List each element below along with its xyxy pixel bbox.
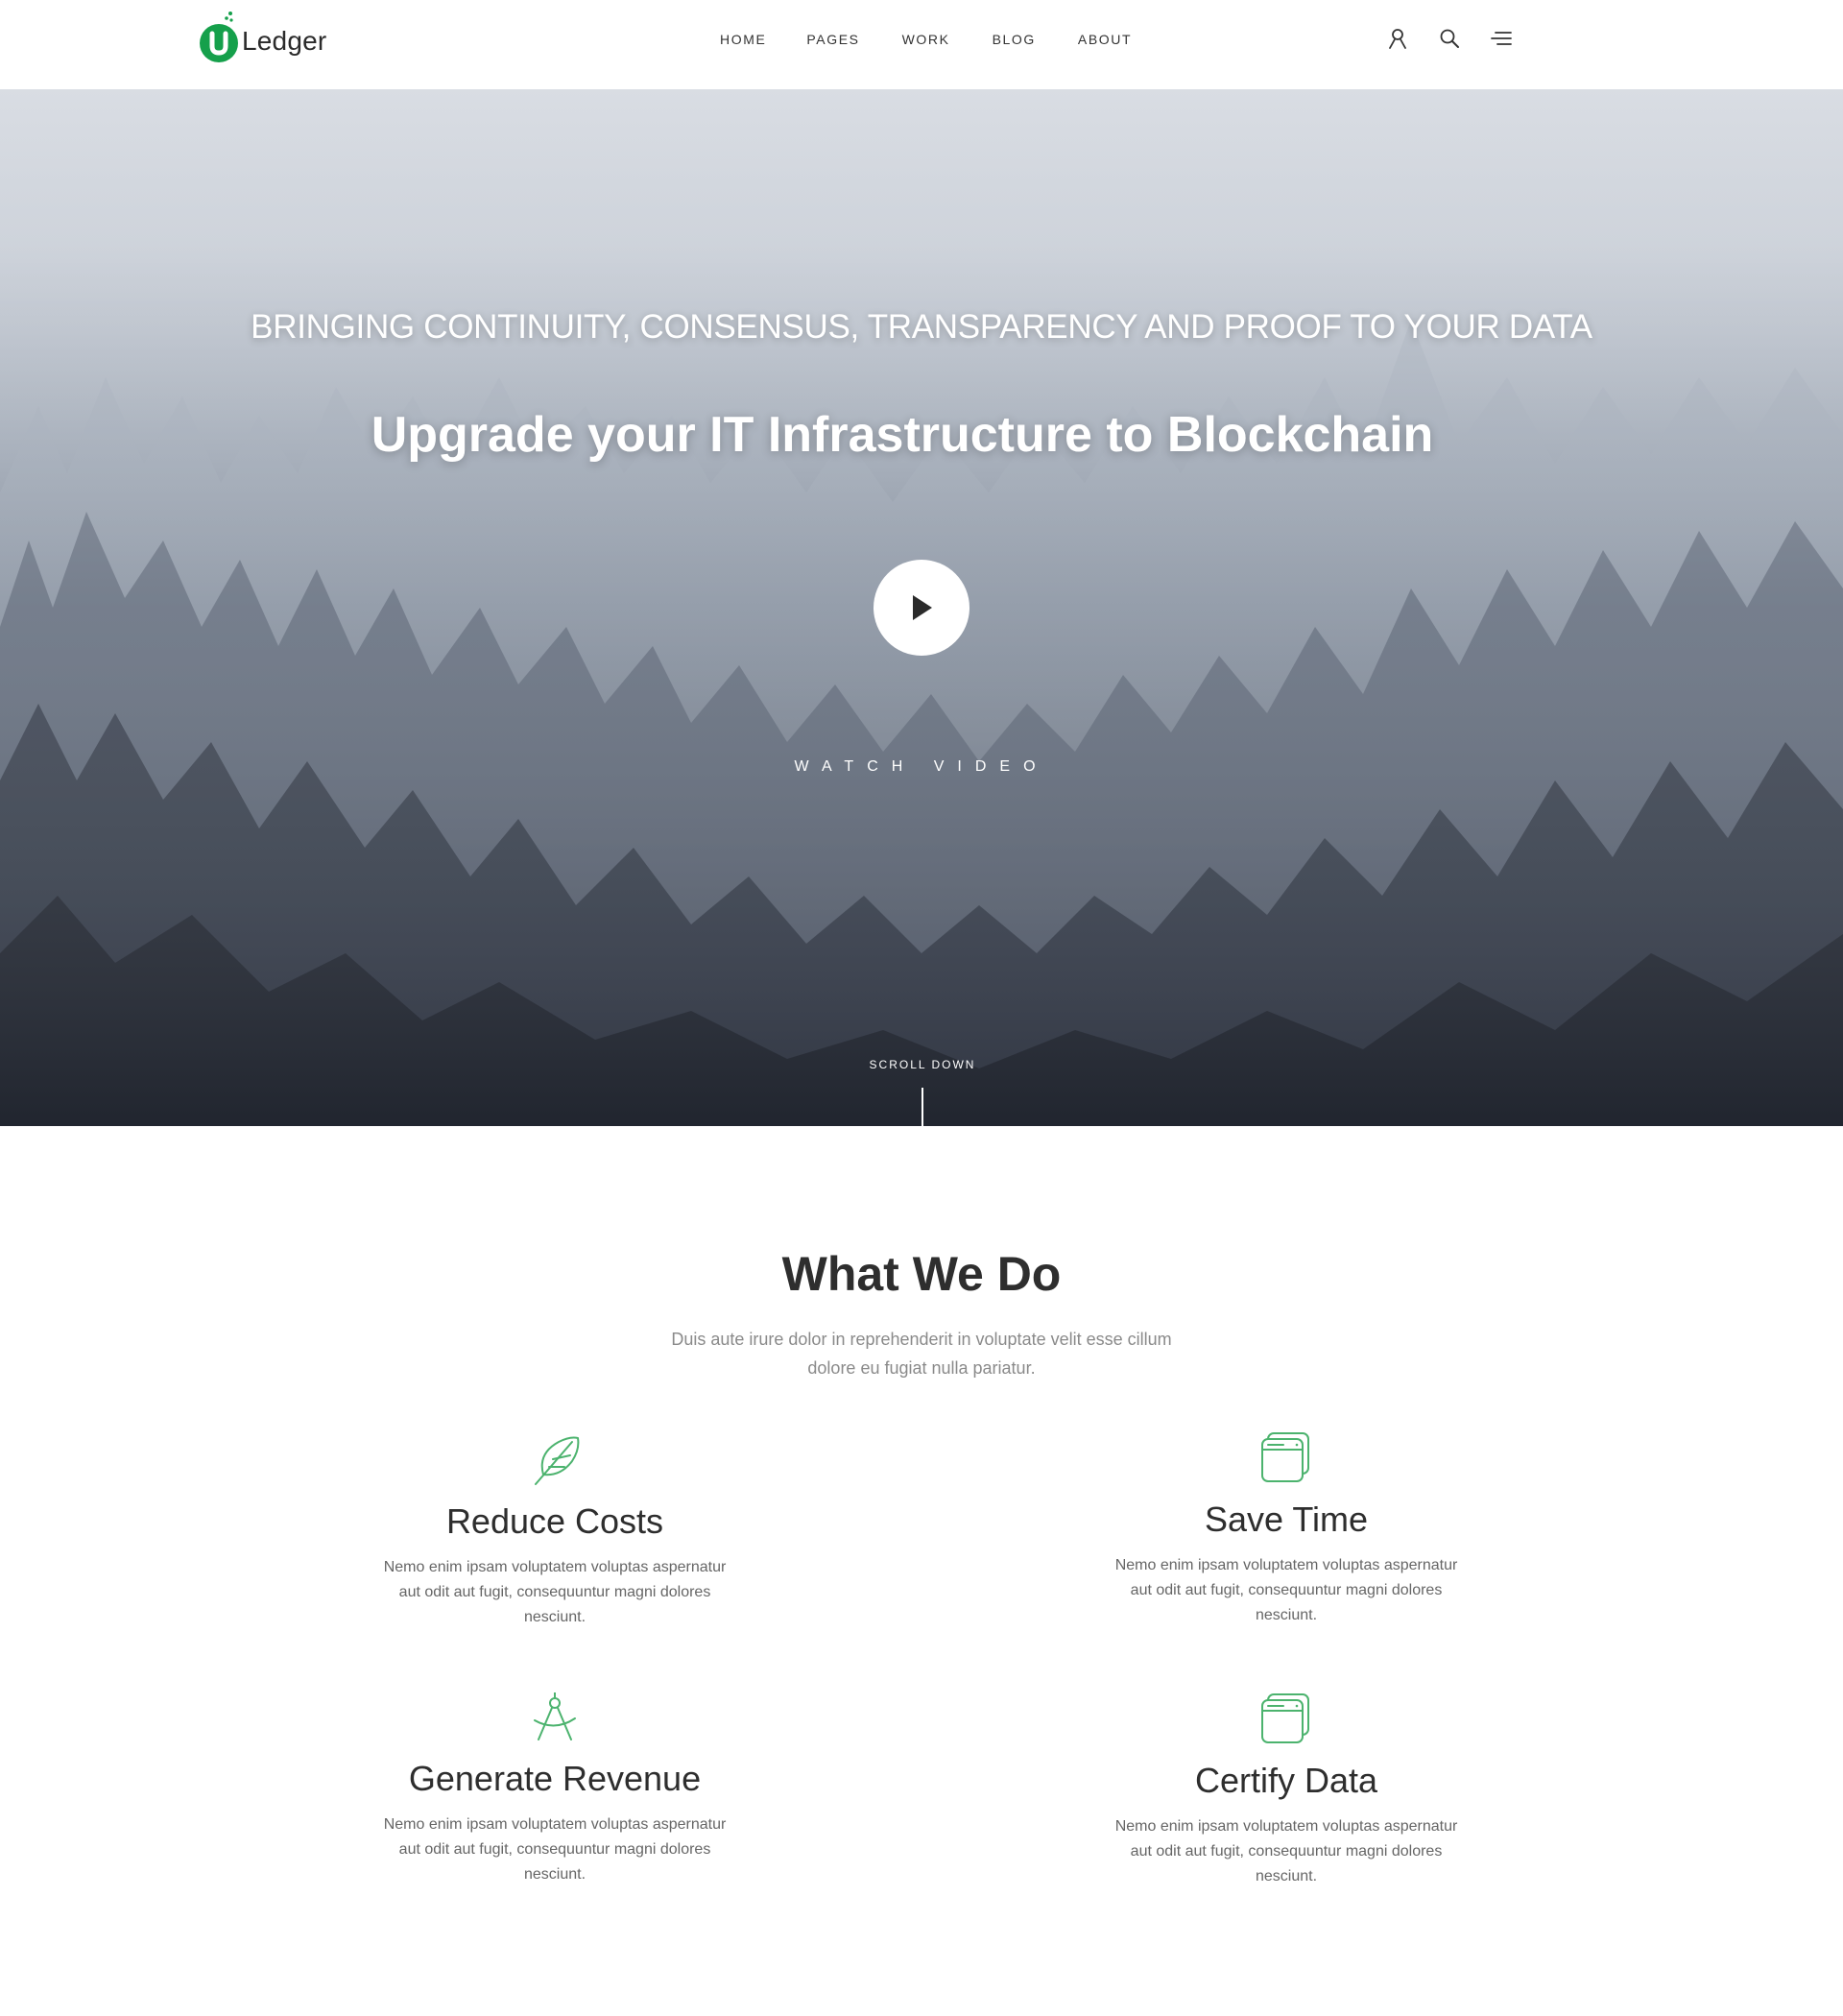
play-video-button[interactable] [874, 560, 969, 656]
browser-windows-icon [1261, 1432, 1309, 1482]
nav-home[interactable]: HOME [720, 29, 766, 50]
site-header: Ledger HOME PAGES WORK BLOG ABOUT [0, 0, 1843, 89]
section-title: What We Do [781, 1247, 1062, 1301]
feature-text: Nemo enim ipsam voluptatem voluptas aspe… [1114, 1557, 1458, 1623]
header-actions [1382, 23, 1538, 54]
play-icon [913, 595, 932, 620]
logo[interactable]: Ledger [200, 12, 326, 67]
scroll-down-link[interactable]: SCROLL DOWN [0, 1058, 1843, 1071]
feather-icon [535, 1436, 580, 1485]
nav-blog[interactable]: BLOG [993, 29, 1036, 50]
nav-work[interactable]: WORK [902, 29, 950, 50]
nav-pages[interactable]: PAGES [806, 29, 859, 50]
brand-name: Ledger [242, 26, 327, 56]
feature-title: Save Time [1204, 1500, 1369, 1539]
watch-video-link[interactable]: WATCH VIDEO [0, 758, 1843, 776]
hero-section: BRINGING CONTINUITY, CONSENSUS, TRANSPAR… [0, 89, 1843, 1126]
nav-about[interactable]: ABOUT [1078, 29, 1132, 50]
browser-windows-icon [1261, 1693, 1309, 1743]
logo-mark-icon [200, 12, 242, 62]
compass-icon [534, 1692, 576, 1740]
feature-text: Nemo enim ipsam voluptatem voluptas aspe… [383, 1816, 727, 1883]
user-icon[interactable] [1382, 23, 1413, 54]
scroll-indicator-line [922, 1088, 923, 1126]
search-icon[interactable] [1434, 23, 1465, 54]
section-subtitle: Duis aute irure dolor in reprehenderit i… [671, 1330, 1172, 1378]
hero-tagline: BRINGING CONTINUITY, CONSENSUS, TRANSPAR… [251, 308, 1592, 346]
feature-save-time: Save Time Nemo enim ipsam voluptatem vol… [1075, 1430, 1497, 1628]
feature-certify-data: Certify Data Nemo enim ipsam voluptatem … [1075, 1692, 1497, 1889]
feature-title: Certify Data [1194, 1761, 1378, 1800]
main-nav: HOME PAGES WORK BLOG ABOUT [720, 29, 1174, 50]
feature-generate-revenue: Generate Revenue Nemo enim ipsam volupta… [344, 1690, 766, 1887]
feature-text: Nemo enim ipsam voluptatem voluptas aspe… [1114, 1818, 1458, 1884]
feature-title: Reduce Costs [445, 1501, 664, 1541]
feature-title: Generate Revenue [408, 1759, 702, 1798]
feature-text: Nemo enim ipsam voluptatem voluptas aspe… [383, 1559, 727, 1625]
menu-icon[interactable] [1486, 23, 1517, 54]
hero-title: Upgrade your IT Infrastructure to Blockc… [371, 407, 1434, 463]
feature-reduce-costs: Reduce Costs Nemo enim ipsam voluptatem … [344, 1432, 766, 1630]
